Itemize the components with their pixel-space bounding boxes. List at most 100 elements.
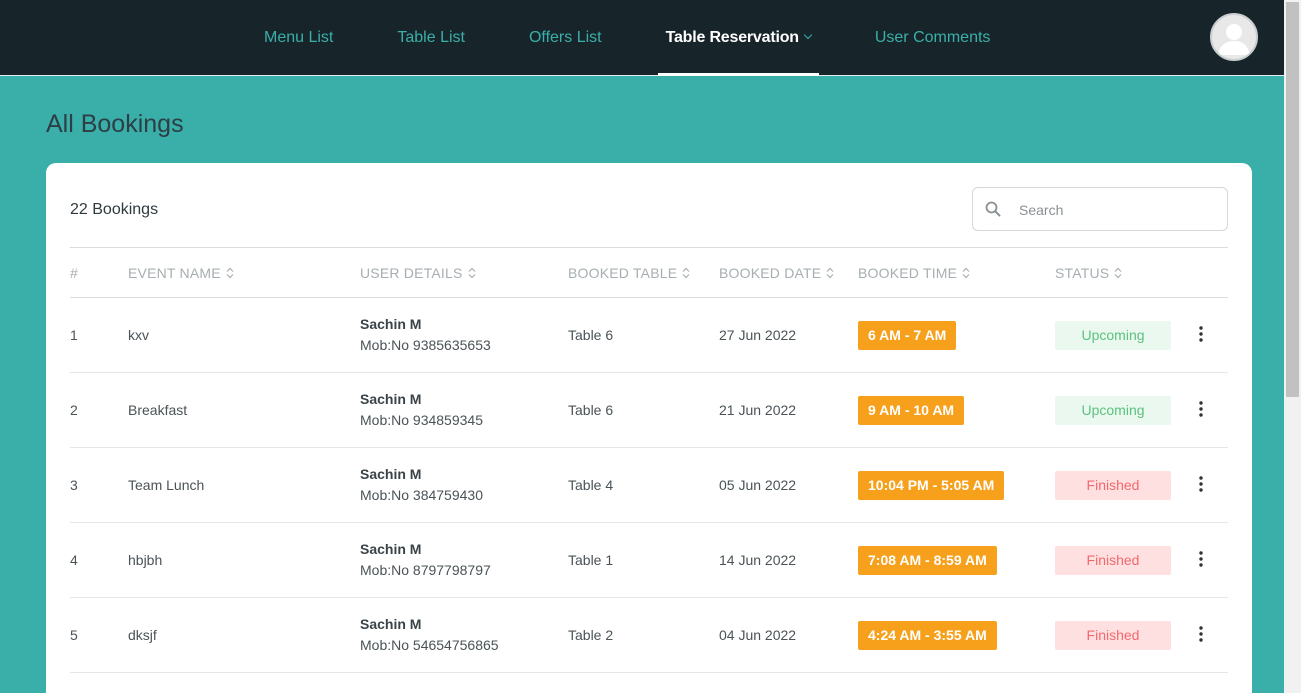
more-vertical-icon[interactable] <box>1191 324 1211 344</box>
booked-date: 27 Jun 2022 <box>719 327 797 343</box>
page-title: All Bookings <box>46 110 184 138</box>
user-details: Sachin M Mob:No 934859345 <box>360 373 568 448</box>
time-badge: 9 AM - 10 AM <box>858 395 965 425</box>
nav-item-label: Offers List <box>528 29 602 46</box>
search-box[interactable] <box>972 187 1228 231</box>
booked-time-cell: 4:24 AM - 3:55 AM <box>858 598 1055 673</box>
page-scrollbar[interactable] <box>1284 0 1301 693</box>
more-vertical-icon[interactable] <box>1191 624 1211 644</box>
row-index: 3 <box>70 477 78 493</box>
nav-item-menu-list[interactable]: Menu List <box>232 0 365 76</box>
user-name: Sachin M <box>360 466 422 482</box>
column-header-booked-time[interactable]: BOOKED TIME <box>858 248 1055 298</box>
user-details: Sachin M Mob:No 8797798797 <box>360 523 568 598</box>
status-badge: Upcoming <box>1055 320 1171 350</box>
user-mobile: Mob:No 9385635653 <box>360 337 491 353</box>
column-header-booked-date[interactable]: BOOKED DATE <box>719 248 858 298</box>
table-row[interactable]: 1 kxv Sachin M Mob:No 9385635653 Table 6 … <box>70 298 1228 373</box>
event-name: Team Lunch <box>128 477 205 493</box>
user-details: Sachin M Mob:No 9385635653 <box>360 298 568 373</box>
column-header-user-details[interactable]: USER DETAILS <box>360 248 568 298</box>
user-details: Sachin M Mob:No 54654756865 <box>360 598 568 673</box>
time-badge: 6 AM - 7 AM <box>858 320 957 350</box>
table-row[interactable]: 5 dksjf Sachin M Mob:No 54654756865 Table… <box>70 598 1228 673</box>
sort-icon <box>826 267 834 278</box>
row-actions <box>1191 523 1228 598</box>
status-badge: Finished <box>1055 470 1171 500</box>
column-header-event-name[interactable]: EVENT NAME <box>128 248 360 298</box>
booked-table: Table 4 <box>568 477 614 493</box>
more-vertical-icon[interactable] <box>1191 399 1211 419</box>
more-vertical-icon[interactable] <box>1191 474 1211 494</box>
nav-item-user-comments[interactable]: User Comments <box>843 0 1023 76</box>
search-input[interactable] <box>1019 200 1219 220</box>
status-badge: Upcoming <box>1055 395 1171 425</box>
nav-item-offers-list[interactable]: Offers List <box>497 0 634 76</box>
sort-icon <box>682 267 690 278</box>
table-row[interactable]: 4 hbjbh Sachin M Mob:No 8797798797 Table … <box>70 523 1228 598</box>
user-name: Sachin M <box>360 616 422 632</box>
nav-links: Menu List Table List Offers List Table R… <box>232 0 1022 76</box>
booked-time-cell: 6 AM - 7 AM <box>858 298 1055 373</box>
sort-icon <box>468 267 475 278</box>
booked-date: 05 Jun 2022 <box>719 477 797 493</box>
user-details: Sachin M Mob:No 384759430 <box>360 448 568 523</box>
user-name: Sachin M <box>360 316 422 332</box>
bookings-card: 22 Bookings # EVENT NAME USER DETAILS BO… <box>46 163 1252 693</box>
row-actions <box>1191 598 1228 673</box>
nav-item-label: User Comments <box>874 29 991 46</box>
bookings-count: 22 Bookings <box>70 201 159 218</box>
chevron-down-icon <box>803 30 813 40</box>
more-vertical-icon[interactable] <box>1191 549 1211 569</box>
row-index: 5 <box>70 627 78 643</box>
status-badge: Finished <box>1055 620 1171 650</box>
sort-icon <box>1114 267 1122 278</box>
booked-table: Table 6 <box>568 327 614 343</box>
event-name: Breakfast <box>128 402 188 418</box>
table-row[interactable]: 3 Team Lunch Sachin M Mob:No 384759430 Ta… <box>70 448 1228 523</box>
column-header-booked-table[interactable]: BOOKED TABLE <box>568 248 719 298</box>
status-cell: Finished <box>1055 598 1191 673</box>
time-badge: 4:24 AM - 3:55 AM <box>858 620 997 650</box>
nav-item-label: Table List <box>397 29 465 46</box>
user-mobile: Mob:No 384759430 <box>360 487 483 503</box>
event-name: hbjbh <box>128 552 163 568</box>
time-badge: 7:08 AM - 8:59 AM <box>858 545 997 575</box>
booked-date: 04 Jun 2022 <box>719 627 797 643</box>
booked-time-cell: 9 AM - 10 AM <box>858 373 1055 448</box>
user-name: Sachin M <box>360 541 422 557</box>
search-icon <box>985 201 1001 217</box>
nav-item-table-reservation[interactable]: Table Reservation <box>657 0 820 76</box>
status-cell: Upcoming <box>1055 373 1191 448</box>
column-header-status[interactable]: STATUS <box>1055 248 1191 298</box>
user-avatar-icon[interactable] <box>1210 13 1258 61</box>
column-header-index: # <box>70 264 78 281</box>
status-cell: Upcoming <box>1055 298 1191 373</box>
row-index: 4 <box>70 552 78 568</box>
user-mobile: Mob:No 54654756865 <box>360 637 499 653</box>
status-cell: Finished <box>1055 448 1191 523</box>
booked-table: Table 6 <box>568 402 614 418</box>
row-actions <box>1191 448 1228 523</box>
nav-item-label: Table Reservation <box>665 29 799 46</box>
nav-item-table-list[interactable]: Table List <box>365 0 497 76</box>
row-index: 1 <box>70 327 78 343</box>
booked-table: Table 2 <box>568 627 614 643</box>
nav-item-label: Menu List <box>264 29 334 46</box>
table-row[interactable]: 2 Breakfast Sachin M Mob:No 934859345 Tab… <box>70 373 1228 448</box>
time-badge: 10:04 PM - 5:05 AM <box>858 470 1005 500</box>
event-name: dksjf <box>128 627 157 643</box>
column-header-actions <box>1191 248 1228 298</box>
top-navbar: Menu List Table List Offers List Table R… <box>0 0 1284 76</box>
bookings-table: # EVENT NAME USER DETAILS BOOKED TABLE B… <box>70 247 1228 673</box>
booked-time-cell: 7:08 AM - 8:59 AM <box>858 523 1055 598</box>
status-cell: Finished <box>1055 523 1191 598</box>
event-name: kxv <box>128 327 149 343</box>
user-mobile: Mob:No 8797798797 <box>360 562 491 578</box>
sort-icon <box>962 267 970 278</box>
row-actions <box>1191 373 1228 448</box>
booked-table: Table 1 <box>568 552 614 568</box>
table-header-row: # EVENT NAME USER DETAILS BOOKED TABLE B… <box>70 247 1228 298</box>
booked-date: 14 Jun 2022 <box>719 552 797 568</box>
scrollbar-thumb[interactable] <box>1286 2 1299 397</box>
